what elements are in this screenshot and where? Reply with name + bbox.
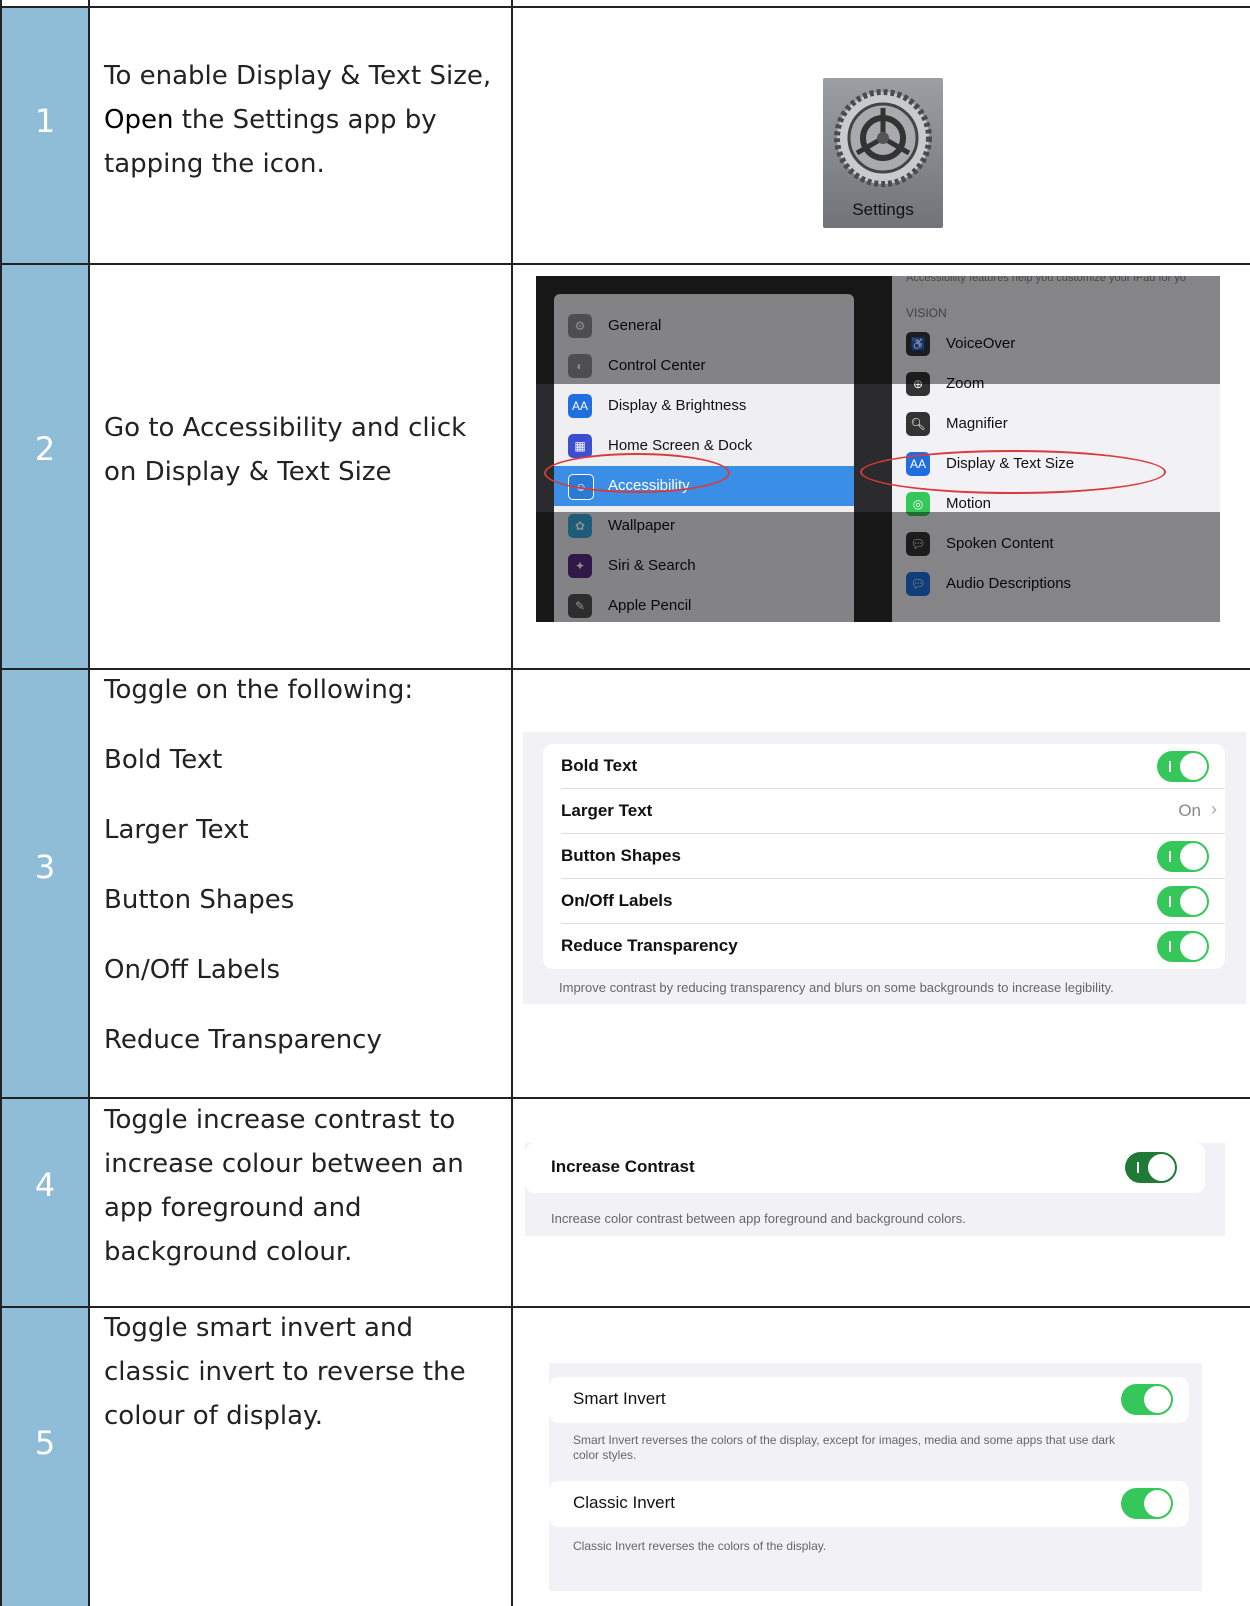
reduce-transparency-toggle[interactable] — [1157, 931, 1209, 962]
text-settings-screenshot: Bold Text Larger Text On › Button Shapes O… — [523, 732, 1246, 1004]
annotation-circle-accessibility — [544, 453, 730, 493]
grid-icon: ▦ — [568, 434, 592, 458]
smart-invert-toggle[interactable] — [1121, 1384, 1173, 1415]
settings-card: Increase Contrast — [525, 1143, 1205, 1193]
step-instruction: Toggle increase contrast to increase col… — [104, 1105, 464, 1267]
dim-overlay-top — [536, 276, 1220, 384]
step-number: 1 — [34, 102, 56, 140]
magnifier-icon: 🔍︎ — [906, 412, 930, 436]
reduce-transparency-footer: Improve contrast by reducing transparenc… — [559, 980, 1114, 995]
row-onoff-labels[interactable]: On/Off Labels — [543, 879, 1225, 924]
smart-invert-footer: Smart Invert reverses the colors of the … — [573, 1433, 1116, 1462]
step-instruction: Go to Accessibility and click on Display… — [104, 413, 467, 487]
step-number-column — [2, 8, 88, 1606]
chevron-right-icon: › — [1211, 799, 1217, 819]
instruction-table: 1 To enable Display & Text Size, Open the… — [0, 0, 1250, 1606]
settings-app-icon[interactable]: Settings — [823, 78, 943, 228]
classic-invert-footer: Classic Invert reverses the colors of th… — [573, 1539, 827, 1553]
settings-card: Bold Text Larger Text On › Button Shapes O… — [543, 744, 1225, 969]
dim-overlay-bottom — [536, 512, 1220, 622]
bold-text-toggle[interactable] — [1157, 751, 1209, 782]
button-shapes-toggle[interactable] — [1157, 841, 1209, 872]
invert-screenshot: Smart Invert Smart Invert reverses the c… — [549, 1363, 1202, 1591]
row-larger-text[interactable]: Larger Text On › — [543, 789, 1225, 834]
row-magnifier[interactable]: 🔍︎ Magnifier — [892, 404, 1220, 444]
row-bold-text[interactable]: Bold Text — [543, 744, 1225, 789]
step-number: 4 — [34, 1166, 56, 1204]
settings-icon-label: Settings — [852, 200, 914, 219]
settings-card: Smart Invert — [549, 1377, 1189, 1423]
sidebar-item-display-brightness[interactable]: AA Display & Brightness — [554, 386, 854, 426]
emphasis-open: Open — [104, 105, 174, 135]
accessibility-screenshot: ⚙ General ◐ Control Center AA Display & Bri… — [536, 276, 1220, 622]
increase-contrast-screenshot: Increase Contrast Increase color contras… — [525, 1143, 1225, 1236]
settings-card: Classic Invert — [549, 1481, 1189, 1527]
step-instruction: Toggle smart invert and classic invert t… — [104, 1313, 466, 1431]
row-reduce-transparency[interactable]: Reduce Transparency — [543, 924, 1225, 969]
classic-invert-toggle[interactable] — [1121, 1488, 1173, 1519]
row-increase-contrast[interactable]: Increase Contrast — [525, 1145, 1205, 1190]
step-instruction: To enable Display & Text Size, Open the S… — [104, 61, 492, 179]
step-number: 3 — [34, 848, 56, 886]
increase-contrast-toggle[interactable] — [1125, 1152, 1177, 1183]
row-button-shapes[interactable]: Button Shapes — [543, 834, 1225, 879]
onoff-labels-toggle[interactable] — [1157, 886, 1209, 917]
row-smart-invert[interactable]: Smart Invert — [549, 1377, 1189, 1422]
larger-text-value: On — [1178, 801, 1201, 820]
text-size-icon: AA — [568, 394, 592, 418]
increase-contrast-footer: Increase color contrast between app fore… — [551, 1211, 966, 1226]
step-number: 2 — [34, 430, 56, 468]
annotation-circle-display-text — [860, 450, 1166, 494]
step-number: 5 — [34, 1424, 56, 1462]
row-classic-invert[interactable]: Classic Invert — [549, 1481, 1189, 1526]
gear-icon — [834, 89, 932, 187]
step-instruction: Toggle on the following: Bold Text Large… — [104, 675, 414, 1055]
